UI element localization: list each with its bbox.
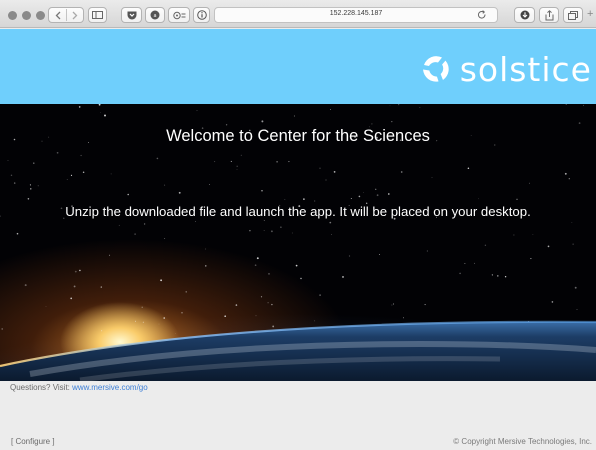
questions-label: Questions? Visit: <box>10 383 73 392</box>
sidebar-button[interactable] <box>88 7 107 23</box>
address-bar[interactable]: 152.228.145.187 <box>214 7 498 23</box>
zoom-window-button[interactable] <box>36 11 45 20</box>
reader-settings-button[interactable] <box>168 7 190 23</box>
tabs-icon <box>568 10 578 20</box>
questions-line: Questions? Visit: www.mersive.com/go <box>10 383 148 392</box>
close-window-button[interactable] <box>8 11 17 20</box>
extension-icon: a <box>150 10 160 20</box>
reload-icon[interactable] <box>477 10 487 20</box>
configure-link[interactable]: [ Configure ] <box>11 437 55 446</box>
new-tab-button[interactable]: + <box>587 9 593 20</box>
welcome-heading: Welcome to Center for the Sciences <box>166 127 430 145</box>
settings-icon <box>172 11 185 19</box>
chevron-right-icon <box>72 11 77 19</box>
svg-text:a: a <box>153 13 156 19</box>
download-icon <box>520 10 529 20</box>
forward-button[interactable] <box>66 11 83 20</box>
info-icon <box>196 10 207 20</box>
solstice-swirl-icon <box>422 56 449 82</box>
copyright-text: © Copyright Mersive Technologies, Inc. <box>453 437 592 446</box>
share-button[interactable] <box>539 7 559 23</box>
logo-text: solstice <box>459 49 592 89</box>
back-forward-buttons <box>48 7 84 23</box>
tabs-overview-button[interactable] <box>563 7 583 23</box>
support-link[interactable]: www.mersive.com/go <box>72 383 148 392</box>
instructions-text: Unzip the downloaded file and launch the… <box>65 204 531 219</box>
sidebar-icon <box>92 11 103 19</box>
minimize-window-button[interactable] <box>22 11 31 20</box>
browser-toolbar: a 152.228.145.187 + <box>0 0 596 28</box>
info-button[interactable] <box>193 7 210 23</box>
pocket-icon <box>127 11 136 19</box>
extension-button[interactable]: a <box>145 7 165 23</box>
solstice-logo: solstice <box>420 49 592 89</box>
back-button[interactable] <box>49 11 66 20</box>
share-icon <box>545 9 553 20</box>
page-header: solstice <box>0 29 596 104</box>
pocket-button[interactable] <box>121 7 142 23</box>
downloads-button[interactable] <box>514 7 535 23</box>
address-url: 152.228.145.187 <box>329 10 383 17</box>
chevron-left-icon <box>55 11 60 19</box>
page-footer: Questions? Visit: www.mersive.com/go [ C… <box>0 381 596 450</box>
hero-banner: Welcome to Center for the Sciences Unzip… <box>0 104 596 381</box>
webpage: solstice Welcome to Center for the Scien… <box>0 29 596 450</box>
